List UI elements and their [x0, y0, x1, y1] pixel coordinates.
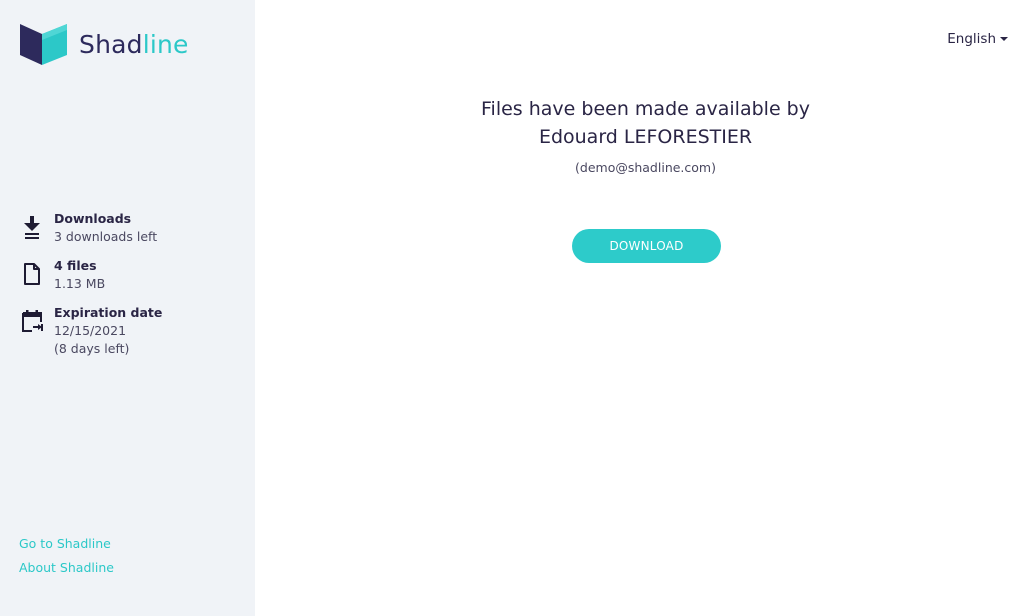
caret-down-icon: [1000, 37, 1008, 41]
app: Shadline Downloads 3 downloads left 4 fi…: [0, 0, 1034, 616]
download-icon: [20, 210, 44, 240]
meta-text-expiration: Expiration date 12/15/2021 (8 days left): [54, 304, 162, 358]
logo-text: Shadline: [79, 32, 189, 57]
file-icon: [20, 257, 44, 285]
language-selector[interactable]: English: [947, 31, 1008, 47]
sidebar-links: Go to Shadline About Shadline: [19, 532, 114, 580]
logo[interactable]: Shadline: [20, 24, 189, 65]
meta-item-expiration: Expiration date 12/15/2021 (8 days left): [20, 304, 245, 358]
meta-expiration-date: 12/15/2021: [54, 323, 127, 338]
meta-title-files: 4 files: [54, 258, 97, 273]
meta-title-expiration: Expiration date: [54, 305, 163, 320]
sidebar: Shadline Downloads 3 downloads left 4 fi…: [0, 0, 255, 616]
language-label: English: [947, 31, 996, 47]
sender-name: Edouard LEFORESTIER: [538, 126, 753, 148]
file-meta-list: Downloads 3 downloads left 4 files 1.13 …: [20, 210, 245, 369]
share-headline: Files have been made available by Edouar…: [255, 95, 1034, 151]
download-button[interactable]: DOWNLOAD: [572, 229, 721, 263]
sender-email: (demo@shadline.com): [575, 160, 716, 175]
meta-text-downloads: Downloads 3 downloads left: [54, 210, 157, 246]
about-shadline-link[interactable]: About Shadline: [19, 556, 114, 580]
headline-line-1: Files have been made available by: [481, 98, 810, 120]
meta-item-downloads: Downloads 3 downloads left: [20, 210, 245, 246]
meta-downloads-left: 3 downloads left: [54, 229, 158, 244]
logo-text-part2: line: [142, 30, 189, 59]
meta-text-files: 4 files 1.13 MB: [54, 257, 105, 293]
go-to-shadline-link[interactable]: Go to Shadline: [19, 532, 114, 556]
calendar-expiry-icon: [20, 304, 44, 334]
meta-title-downloads: Downloads: [54, 211, 132, 226]
meta-files-size: 1.13 MB: [54, 276, 106, 291]
main-content: English Files have been made available b…: [255, 0, 1034, 616]
book-logo-icon: [20, 24, 67, 65]
meta-days-left: (8 days left): [54, 341, 130, 356]
meta-item-files: 4 files 1.13 MB: [20, 257, 245, 293]
logo-text-part1: Shad: [79, 30, 143, 59]
